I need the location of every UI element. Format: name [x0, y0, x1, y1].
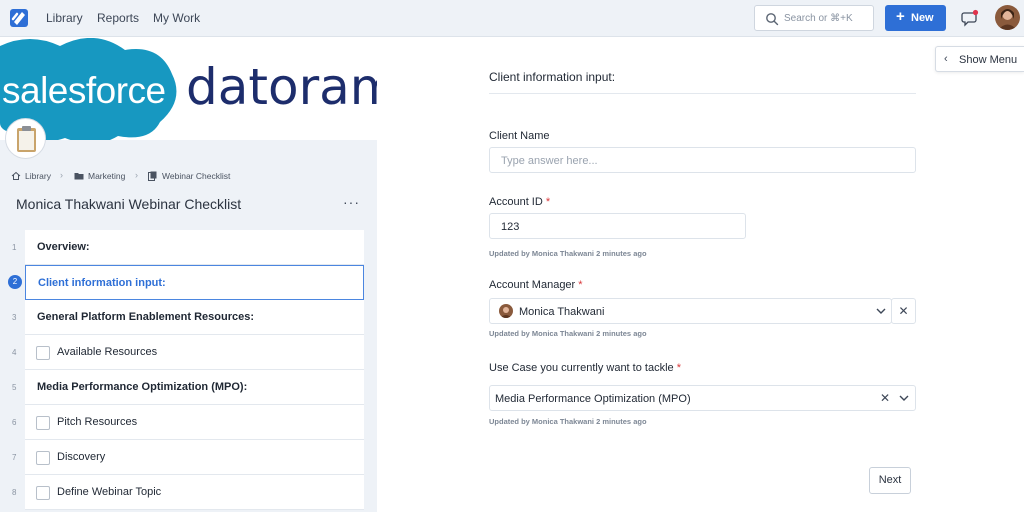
step-checkbox[interactable]	[36, 416, 50, 430]
account-id-updated: Updated by Monica Thakwani 2 minutes ago	[489, 249, 647, 258]
account-manager-label: Account Manager *	[489, 279, 583, 291]
close-icon[interactable]: ✕	[880, 391, 890, 405]
step-label: Client information input:	[38, 277, 166, 289]
step-number: 3	[12, 313, 17, 322]
folder-icon	[74, 173, 84, 180]
use-case-select[interactable]: Media Performance Optimization (MPO) ✕	[489, 385, 916, 411]
step-label: Media Performance Optimization (MPO):	[37, 381, 248, 393]
brand-banner: salesforce datorama	[0, 38, 377, 140]
checklist-title: Monica Thakwani Webinar Checklist	[16, 196, 242, 212]
plus-icon: +	[896, 8, 905, 25]
chevron-down-icon	[876, 308, 886, 314]
home-icon	[11, 171, 21, 180]
form-section-title: Client information input:	[489, 70, 616, 84]
account-manager-select[interactable]: Monica Thakwani	[489, 298, 892, 324]
step-number: 7	[12, 453, 17, 462]
step-number: 5	[12, 383, 17, 392]
search-placeholder: Search or ⌘+K	[784, 13, 853, 24]
manager-avatar	[499, 304, 513, 318]
use-case-updated: Updated by Monica Thakwani 2 minutes ago	[489, 417, 647, 426]
nav-my-work[interactable]: My Work	[153, 11, 200, 25]
top-bar: Library Reports My Work Search or ⌘+K + …	[0, 0, 1024, 37]
breadcrumb-webinar-checklist[interactable]: Webinar Checklist	[162, 171, 230, 181]
step-label: Overview:	[37, 241, 90, 253]
new-button-label: New	[911, 12, 934, 24]
step-general-platform-enablement[interactable]: General Platform Enablement Resources:	[25, 300, 364, 335]
step-discovery[interactable]: Discovery	[25, 440, 364, 475]
breadcrumb-marketing[interactable]: Marketing	[88, 171, 125, 181]
show-menu-label: Show Menu	[959, 54, 1018, 66]
account-id-field[interactable]: 123	[489, 213, 746, 239]
step-checkbox[interactable]	[36, 451, 50, 465]
clear-account-manager-button[interactable]: ✕	[891, 298, 916, 324]
checklist-avatar	[5, 118, 46, 159]
step-pitch-resources[interactable]: Pitch Resources	[25, 405, 364, 440]
divider	[489, 93, 916, 94]
search-input[interactable]: Search or ⌘+K	[754, 5, 874, 31]
step-define-webinar-topic[interactable]: Define Webinar Topic	[25, 475, 364, 510]
client-name-label: Client Name	[489, 130, 550, 142]
show-menu-button[interactable]: ‹ Show Menu	[935, 46, 1024, 72]
step-number-active: 2	[8, 275, 22, 289]
step-label: Available Resources	[57, 346, 158, 358]
checklist-icon	[148, 171, 157, 181]
step-number: 4	[12, 348, 17, 357]
account-id-value: 123	[501, 221, 520, 233]
salesforce-wordmark: salesforce	[2, 70, 166, 111]
datorama-wordmark: datorama	[186, 58, 377, 116]
app-logo-icon[interactable]	[8, 7, 30, 29]
client-name-placeholder: Type answer here...	[501, 155, 598, 167]
step-mpo-header[interactable]: Media Performance Optimization (MPO):	[25, 370, 364, 405]
nav-library[interactable]: Library	[46, 11, 83, 25]
user-avatar[interactable]	[995, 5, 1020, 30]
step-client-information-input[interactable]: Client information input:	[25, 265, 364, 300]
step-checkbox[interactable]	[36, 346, 50, 360]
use-case-label: Use Case you currently want to tackle *	[489, 362, 681, 374]
close-icon: ✕	[898, 304, 909, 318]
step-checkbox[interactable]	[36, 486, 50, 500]
new-button[interactable]: + New	[885, 5, 946, 31]
chevron-left-icon: ‹	[944, 53, 948, 65]
chat-icon[interactable]	[961, 9, 979, 27]
account-id-label: Account ID *	[489, 196, 551, 208]
chevron-down-icon[interactable]	[897, 391, 911, 405]
chevron-right-icon: ›	[135, 170, 138, 180]
step-number: 6	[12, 418, 17, 427]
breadcrumb-library[interactable]: Library	[25, 171, 51, 181]
step-label: Define Webinar Topic	[57, 486, 162, 498]
client-name-field[interactable]: Type answer here...	[489, 147, 916, 173]
more-icon[interactable]: ···	[343, 194, 360, 210]
step-label: General Platform Enablement Resources:	[37, 311, 255, 323]
step-overview[interactable]: Overview:	[25, 230, 364, 265]
step-label: Discovery	[57, 451, 106, 463]
chevron-right-icon: ›	[60, 170, 63, 180]
step-number: 8	[12, 488, 17, 497]
search-icon	[766, 13, 779, 26]
next-button[interactable]: Next	[869, 467, 911, 494]
step-number: 1	[12, 243, 17, 252]
account-manager-updated: Updated by Monica Thakwani 2 minutes ago	[489, 329, 647, 338]
nav-reports[interactable]: Reports	[97, 11, 139, 25]
account-manager-value: Monica Thakwani	[519, 306, 605, 318]
use-case-value: Media Performance Optimization (MPO)	[495, 393, 691, 405]
step-label: Pitch Resources	[57, 416, 138, 428]
step-available-resources[interactable]: Available Resources	[25, 335, 364, 370]
clipboard-icon	[17, 126, 36, 152]
